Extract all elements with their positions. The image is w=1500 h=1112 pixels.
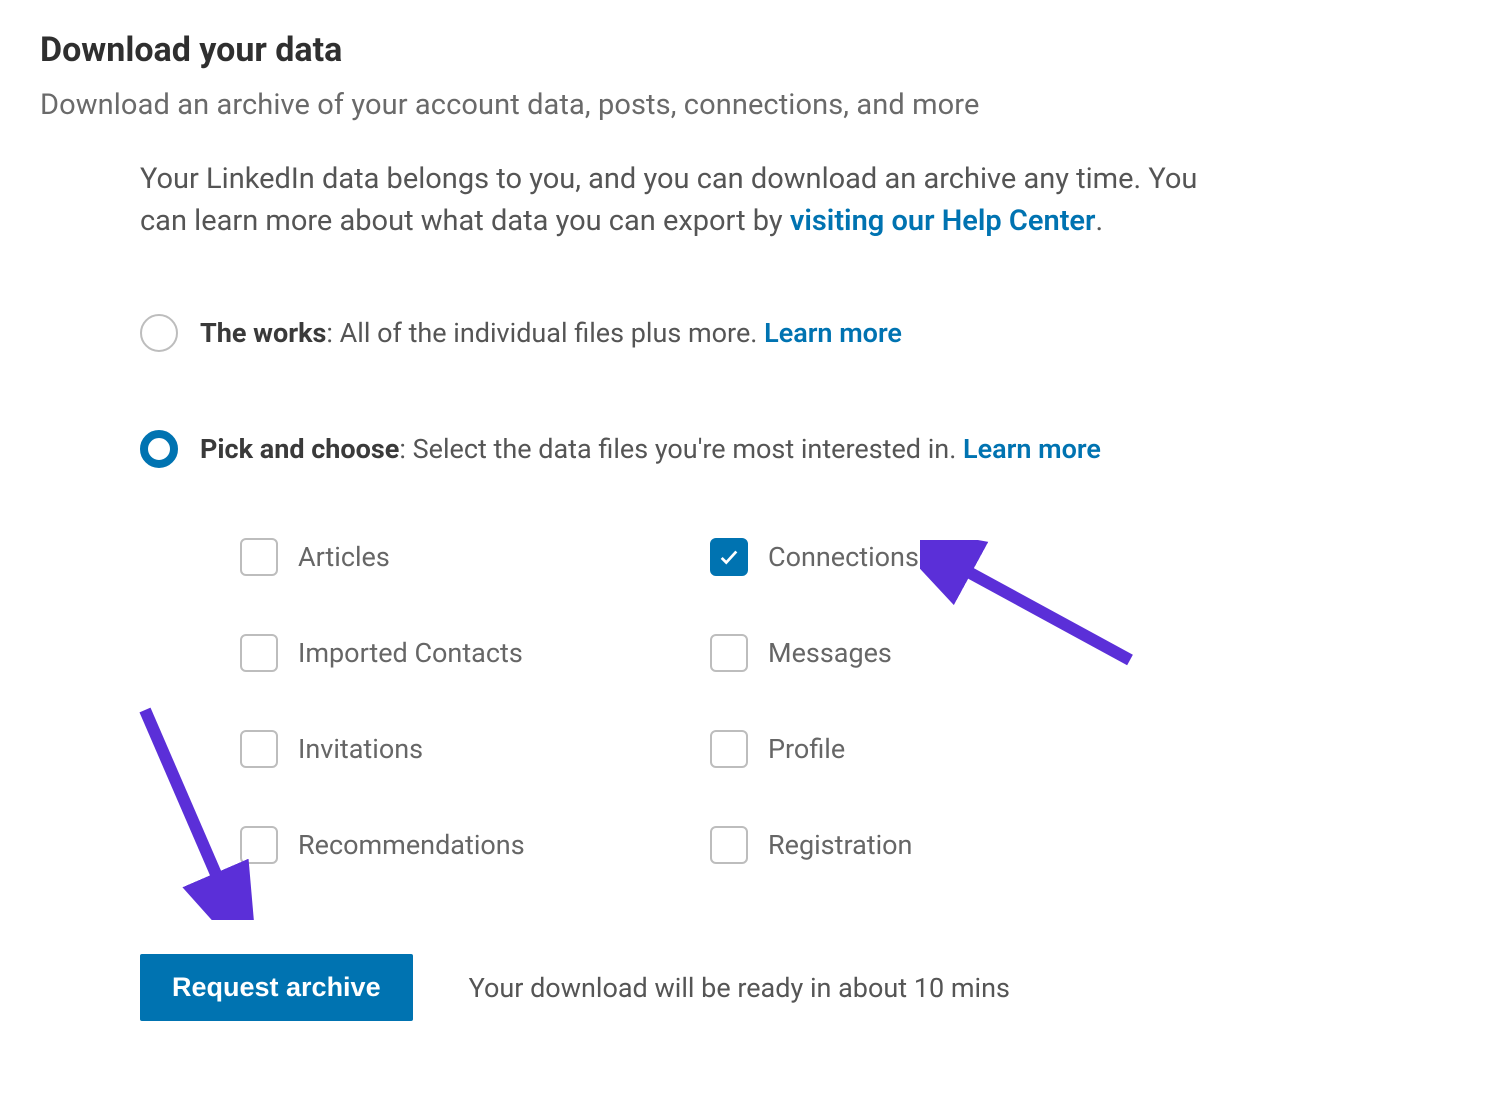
learn-more-pick[interactable]: Learn more [963, 433, 1101, 465]
checkbox-row-connections[interactable]: Connections [710, 538, 1180, 576]
checkbox-row-imported-contacts[interactable]: Imported Contacts [240, 634, 710, 672]
page-subtitle: Download an archive of your account data… [40, 88, 1460, 122]
checkbox-label-profile: Profile [768, 733, 845, 765]
checkbox-label-messages: Messages [768, 637, 892, 669]
radio-the-works-text: The works: All of the individual files p… [200, 317, 902, 349]
radio-pick-rest: : Select the data files you're most inte… [399, 433, 963, 465]
checkbox-label-registration: Registration [768, 829, 912, 861]
footer-status-text: Your download will be ready in about 10 … [469, 972, 1010, 1004]
radio-options-group: The works: All of the individual files p… [140, 314, 1460, 864]
checkbox-row-articles[interactable]: Articles [240, 538, 710, 576]
checkbox-label-articles: Articles [298, 541, 390, 573]
checkbox-unchecked-icon [710, 634, 748, 672]
checkbox-row-profile[interactable]: Profile [710, 730, 1180, 768]
checkbox-unchecked-icon [240, 634, 278, 672]
request-archive-button[interactable]: Request archive [140, 954, 413, 1021]
checkbox-checked-icon [710, 538, 748, 576]
checkbox-grid: Articles Connections Imported Contacts M… [240, 538, 1460, 864]
radio-the-works-bold: The works [200, 317, 326, 349]
checkbox-unchecked-icon [240, 538, 278, 576]
checkbox-unchecked-icon [240, 730, 278, 768]
checkbox-label-invitations: Invitations [298, 733, 423, 765]
checkbox-unchecked-icon [710, 826, 748, 864]
footer-row: Request archive Your download will be re… [140, 954, 1460, 1021]
radio-pick-bold: Pick and choose [200, 433, 399, 465]
checkbox-label-imported-contacts: Imported Contacts [298, 637, 523, 669]
checkbox-unchecked-icon [710, 730, 748, 768]
radio-the-works-rest: : All of the individual files plus more. [326, 317, 764, 349]
learn-more-the-works[interactable]: Learn more [764, 317, 902, 349]
checkbox-label-recommendations: Recommendations [298, 829, 525, 861]
checkbox-row-invitations[interactable]: Invitations [240, 730, 710, 768]
radio-selected-icon [140, 430, 178, 468]
radio-option-the-works[interactable]: The works: All of the individual files p… [140, 314, 1460, 352]
checkbox-row-registration[interactable]: Registration [710, 826, 1180, 864]
description-after-link: . [1095, 204, 1103, 238]
content-wrap: Download your data Download an archive o… [40, 30, 1460, 1021]
radio-unselected-icon [140, 314, 178, 352]
checkbox-unchecked-icon [240, 826, 278, 864]
radio-pick-text: Pick and choose: Select the data files y… [200, 433, 1101, 465]
checkbox-label-connections: Connections [768, 541, 919, 573]
page-title: Download your data [40, 30, 1460, 70]
description-text: Your LinkedIn data belongs to you, and y… [140, 158, 1200, 242]
checkbox-row-messages[interactable]: Messages [710, 634, 1180, 672]
help-center-link[interactable]: visiting our Help Center [790, 204, 1096, 238]
checkbox-row-recommendations[interactable]: Recommendations [240, 826, 710, 864]
radio-option-pick-and-choose[interactable]: Pick and choose: Select the data files y… [140, 430, 1460, 468]
